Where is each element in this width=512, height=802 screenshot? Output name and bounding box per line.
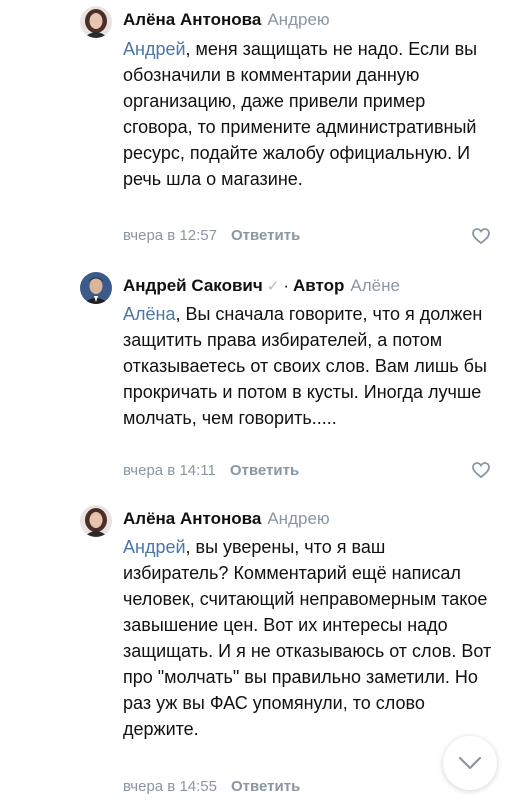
timestamp: вчера в 14:55 xyxy=(123,778,217,795)
comment-meta: вчера в 14:55 Ответить xyxy=(123,776,300,798)
reply-to[interactable]: Андрею xyxy=(267,10,329,29)
author-name[interactable]: Алёна Антонова xyxy=(123,10,261,29)
reply-button[interactable]: Ответить xyxy=(231,227,300,244)
comment-header: Алёна Антонова Андрею xyxy=(123,8,330,32)
comment-text-body: , вы уверены, что я ваш избиратель? Комм… xyxy=(123,537,492,739)
comment-text-body: , Вы сначала говорите, что я должен защи… xyxy=(123,304,487,428)
mention-link[interactable]: Алёна xyxy=(123,304,175,324)
comment-header: Алёна Антонова Андрею xyxy=(123,507,330,531)
comment-text: Андрей, меня защищать не надо. Если вы о… xyxy=(123,36,493,192)
heart-icon[interactable] xyxy=(471,226,491,246)
comment-text: Алёна, Вы сначала говорите, что я должен… xyxy=(123,301,493,431)
chevron-down-icon xyxy=(458,756,482,770)
comment-meta: вчера в 14:11 Ответить xyxy=(123,460,299,482)
author-name[interactable]: Алёна Антонова xyxy=(123,509,261,528)
mention-link[interactable]: Андрей xyxy=(123,537,186,557)
mention-link[interactable]: Андрей xyxy=(123,39,186,59)
reply-button[interactable]: Ответить xyxy=(230,462,299,479)
timestamp: вчера в 12:57 xyxy=(123,227,217,244)
avatar[interactable] xyxy=(80,505,112,537)
timestamp: вчера в 14:11 xyxy=(123,462,216,479)
author-badge: Автор xyxy=(292,276,345,295)
comment-meta: вчера в 12:57 Ответить xyxy=(123,225,300,247)
author-name[interactable]: Андрей Сакович xyxy=(123,276,263,295)
verified-icon: ✓ xyxy=(266,278,280,295)
reply-button[interactable]: Ответить xyxy=(231,778,300,795)
reply-to[interactable]: Андрею xyxy=(267,509,329,528)
avatar[interactable] xyxy=(80,272,112,304)
comment-header: Андрей Сакович ✓ · Автор Алёне xyxy=(123,274,400,298)
comment-text-body: , меня защищать не надо. Если вы обознач… xyxy=(123,39,478,189)
comment-text: Андрей, вы уверены, что я ваш избиратель… xyxy=(123,534,493,742)
scroll-down-button[interactable] xyxy=(443,736,497,790)
avatar[interactable] xyxy=(80,6,112,38)
reply-to[interactable]: Алёне xyxy=(350,276,400,295)
heart-icon[interactable] xyxy=(471,460,491,480)
separator-dot: · xyxy=(283,276,289,295)
